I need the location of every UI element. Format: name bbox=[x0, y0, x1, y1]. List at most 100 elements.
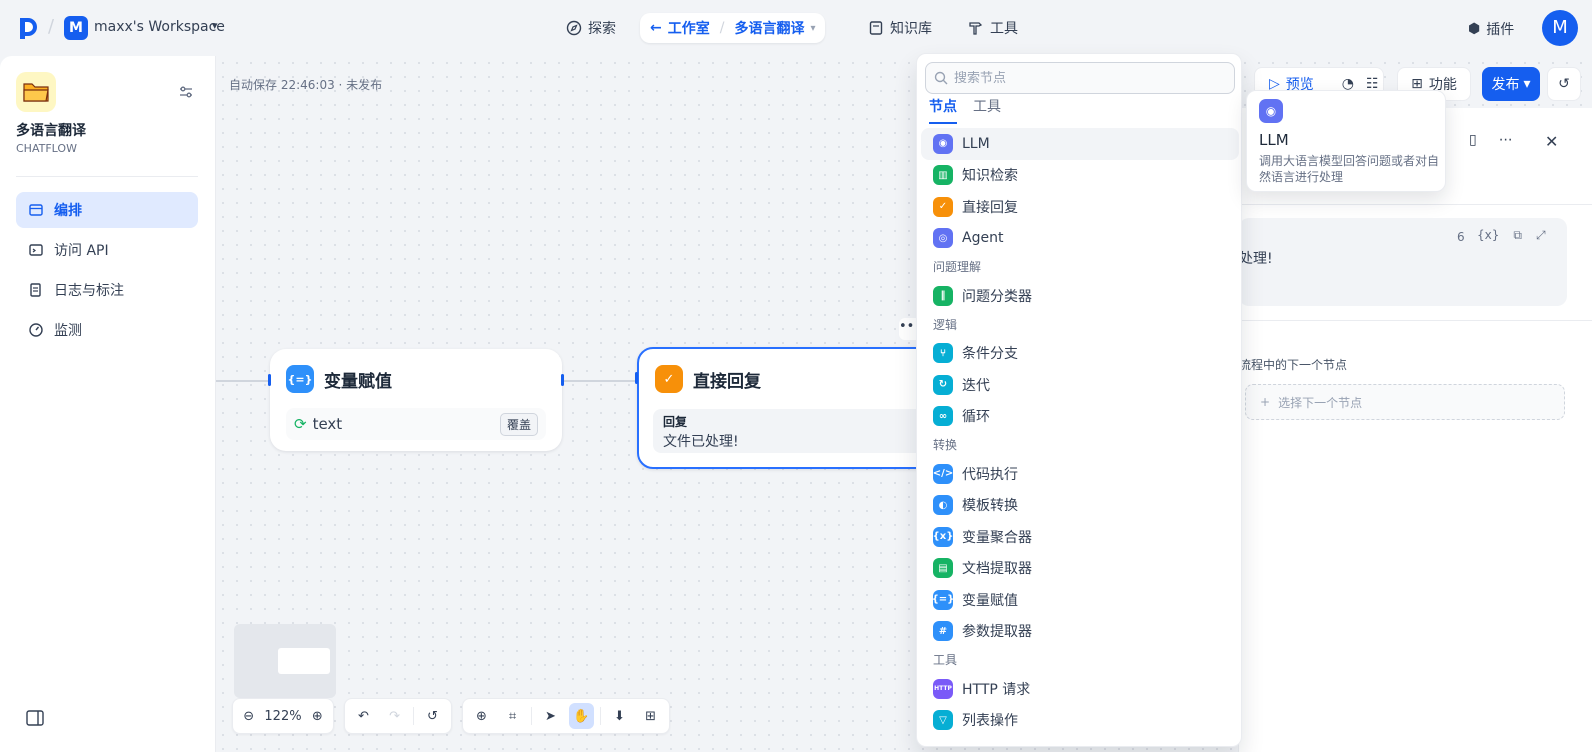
organize-icon[interactable]: ⊞ bbox=[638, 703, 663, 729]
node-output-handle[interactable] bbox=[561, 374, 564, 386]
variable-name: text bbox=[312, 415, 343, 433]
search-icon bbox=[934, 71, 948, 85]
layout-icon bbox=[29, 204, 43, 216]
copy-icon[interactable]: ⧉ bbox=[1513, 228, 1522, 243]
zoom-in-icon[interactable]: ⊕ bbox=[308, 703, 327, 729]
publish-button[interactable]: 发布 ▾ bbox=[1482, 67, 1540, 101]
picker-item[interactable]: {x} 变量聚合器 bbox=[921, 521, 1239, 553]
picker-item-label: Agent bbox=[962, 230, 1004, 247]
nav-knowledge[interactable]: 知识库 bbox=[858, 13, 942, 43]
version-history-icon[interactable]: ↺ bbox=[420, 703, 445, 729]
user-avatar[interactable]: M bbox=[1542, 10, 1578, 46]
settings-sliders-icon[interactable] bbox=[178, 84, 194, 100]
history-controls: ↶ ↷ ↺ bbox=[344, 698, 452, 734]
add-node-icon[interactable]: ⊕ bbox=[469, 703, 494, 729]
picker-item[interactable]: ▤ 文档提取器 bbox=[921, 553, 1239, 585]
node-type-icon: ▽ bbox=[933, 710, 953, 731]
plugin-link[interactable]: ⬢ 插件 bbox=[1468, 19, 1514, 39]
picker-item-label: 问题分类器 bbox=[962, 288, 1032, 305]
undo-icon[interactable]: ↶ bbox=[351, 703, 376, 729]
picker-item[interactable]: HTTP HTTP 请求 bbox=[921, 673, 1239, 705]
close-icon[interactable]: ✕ bbox=[1545, 132, 1558, 151]
reply-editor[interactable]: 6 {x} ⧉ ⤢ 处理! bbox=[1239, 218, 1567, 306]
nav-explore-label: 探索 bbox=[588, 21, 616, 37]
picker-item[interactable]: ◎ Agent bbox=[921, 223, 1239, 255]
workspace-avatar[interactable]: M bbox=[64, 16, 88, 40]
picker-item[interactable]: ‖ 问题分类器 bbox=[921, 280, 1239, 312]
nav-studio-label[interactable]: 工作室 bbox=[668, 18, 710, 38]
assigned-variable: ⟳ text 覆盖 bbox=[286, 408, 546, 440]
picker-item[interactable]: ▥ 知识检索 bbox=[921, 160, 1239, 192]
redo-icon[interactable]: ↷ bbox=[382, 703, 407, 729]
select-next-node-label: 选择下一个节点 bbox=[1278, 395, 1363, 410]
history-button[interactable]: ↺ bbox=[1547, 67, 1581, 101]
app-sidebar: 多语言翻译 CHATFLOW 编排 访问 API 日志与标注 监测 bbox=[0, 56, 216, 752]
divider bbox=[1239, 320, 1592, 321]
nav-explore[interactable]: 探索 bbox=[556, 13, 626, 43]
sidebar-item-label: 监测 bbox=[54, 323, 82, 339]
sidebar-toggle-icon[interactable] bbox=[26, 710, 44, 726]
picker-item-label: 代码执行 bbox=[962, 466, 1018, 483]
node-search[interactable] bbox=[925, 62, 1235, 94]
nav-studio-app-label[interactable]: 多语言翻译 bbox=[734, 18, 804, 38]
picker-item-label: 迭代 bbox=[962, 377, 990, 394]
picker-item-label: 参数提取器 bbox=[962, 624, 1032, 641]
workspace-name[interactable]: maxx's Workspace bbox=[94, 19, 225, 35]
node-type-icon: ▤ bbox=[933, 558, 953, 579]
export-image-icon[interactable]: ⬇ bbox=[607, 703, 632, 729]
node-variable-assigner[interactable]: {=} 变量赋值 ⟳ text 覆盖 bbox=[268, 349, 564, 451]
dashboard-icon bbox=[29, 323, 43, 337]
more-icon[interactable]: ⋯ bbox=[1499, 132, 1513, 148]
chevron-down-icon[interactable]: ▾ bbox=[810, 23, 815, 34]
canvas-tools: ⊕ ⌗ ➤ ✋ ⬇ ⊞ bbox=[462, 698, 670, 734]
picker-item[interactable]: ◐ 模板转换 bbox=[921, 490, 1239, 522]
search-input[interactable] bbox=[954, 70, 1224, 86]
edge[interactable] bbox=[562, 380, 637, 382]
hand-icon[interactable]: ✋ bbox=[569, 703, 595, 729]
book-open-icon[interactable]: ▯ bbox=[1469, 132, 1477, 148]
app-mode: CHATFLOW bbox=[16, 142, 77, 155]
chevron-down-icon[interactable]: ▾ bbox=[212, 19, 218, 32]
nav-studio[interactable]: ← 工作室 / 多语言翻译 ▾ bbox=[640, 13, 826, 43]
sidebar-item-api[interactable]: 访问 API bbox=[16, 232, 198, 268]
picker-item[interactable]: # 参数提取器 bbox=[921, 616, 1239, 648]
picker-item[interactable]: {=} 变量赋值 bbox=[921, 584, 1239, 616]
picker-item[interactable]: ▽ 列表操作 bbox=[921, 705, 1239, 737]
node-input-handle[interactable] bbox=[635, 372, 638, 384]
zoom-level[interactable]: 122% bbox=[264, 709, 301, 724]
picker-item[interactable]: ✓ 直接回复 bbox=[921, 191, 1239, 223]
select-next-node-button[interactable]: + 选择下一个节点 bbox=[1245, 384, 1565, 420]
minimap-viewport[interactable] bbox=[278, 648, 330, 674]
app-logo-icon[interactable] bbox=[18, 16, 40, 40]
variable-insert-icon[interactable]: {x} bbox=[1477, 228, 1499, 243]
minimap[interactable] bbox=[234, 624, 336, 698]
picker-item[interactable]: ↻ 迭代 bbox=[921, 369, 1239, 401]
next-step-label: 流程中的下一个节点 bbox=[1239, 358, 1348, 372]
tab-tools[interactable]: 工具 bbox=[973, 96, 1001, 124]
expand-icon[interactable]: ⤢ bbox=[1536, 228, 1546, 243]
picker-item[interactable]: ◉ LLM bbox=[921, 128, 1239, 160]
divider bbox=[413, 707, 414, 725]
publish-label: 发布 bbox=[1491, 77, 1520, 93]
node-input-handle[interactable] bbox=[268, 374, 271, 386]
zoom-out-icon[interactable]: ⊖ bbox=[239, 703, 258, 729]
arrow-left-icon[interactable]: ← bbox=[650, 20, 662, 36]
tab-nodes[interactable]: 节点 bbox=[929, 96, 957, 124]
add-note-icon[interactable]: ⌗ bbox=[500, 703, 525, 729]
char-count: 6 bbox=[1457, 230, 1465, 244]
picker-item-label: 文档提取器 bbox=[962, 561, 1032, 578]
app-name: 多语言翻译 bbox=[16, 123, 86, 139]
sidebar-item-monitor[interactable]: 监测 bbox=[16, 312, 198, 348]
edge[interactable] bbox=[216, 380, 270, 382]
picker-item[interactable]: ⑂ 条件分支 bbox=[921, 338, 1239, 370]
pointer-icon[interactable]: ➤ bbox=[538, 703, 563, 729]
file-list-icon bbox=[30, 283, 41, 297]
sidebar-item-label: 编排 bbox=[54, 203, 82, 219]
sidebar-item-logs[interactable]: 日志与标注 bbox=[16, 272, 198, 308]
nav-tools[interactable]: 工具 bbox=[958, 13, 1028, 43]
node-direct-reply[interactable]: ✓ 直接回复 回复 文件已处理! bbox=[635, 347, 943, 469]
nav-knowledge-label: 知识库 bbox=[890, 21, 932, 37]
sidebar-item-orchestrate[interactable]: 编排 bbox=[16, 192, 198, 228]
picker-item[interactable]: ∞ 循环 bbox=[921, 401, 1239, 433]
picker-item[interactable]: </> 代码执行 bbox=[921, 458, 1239, 490]
